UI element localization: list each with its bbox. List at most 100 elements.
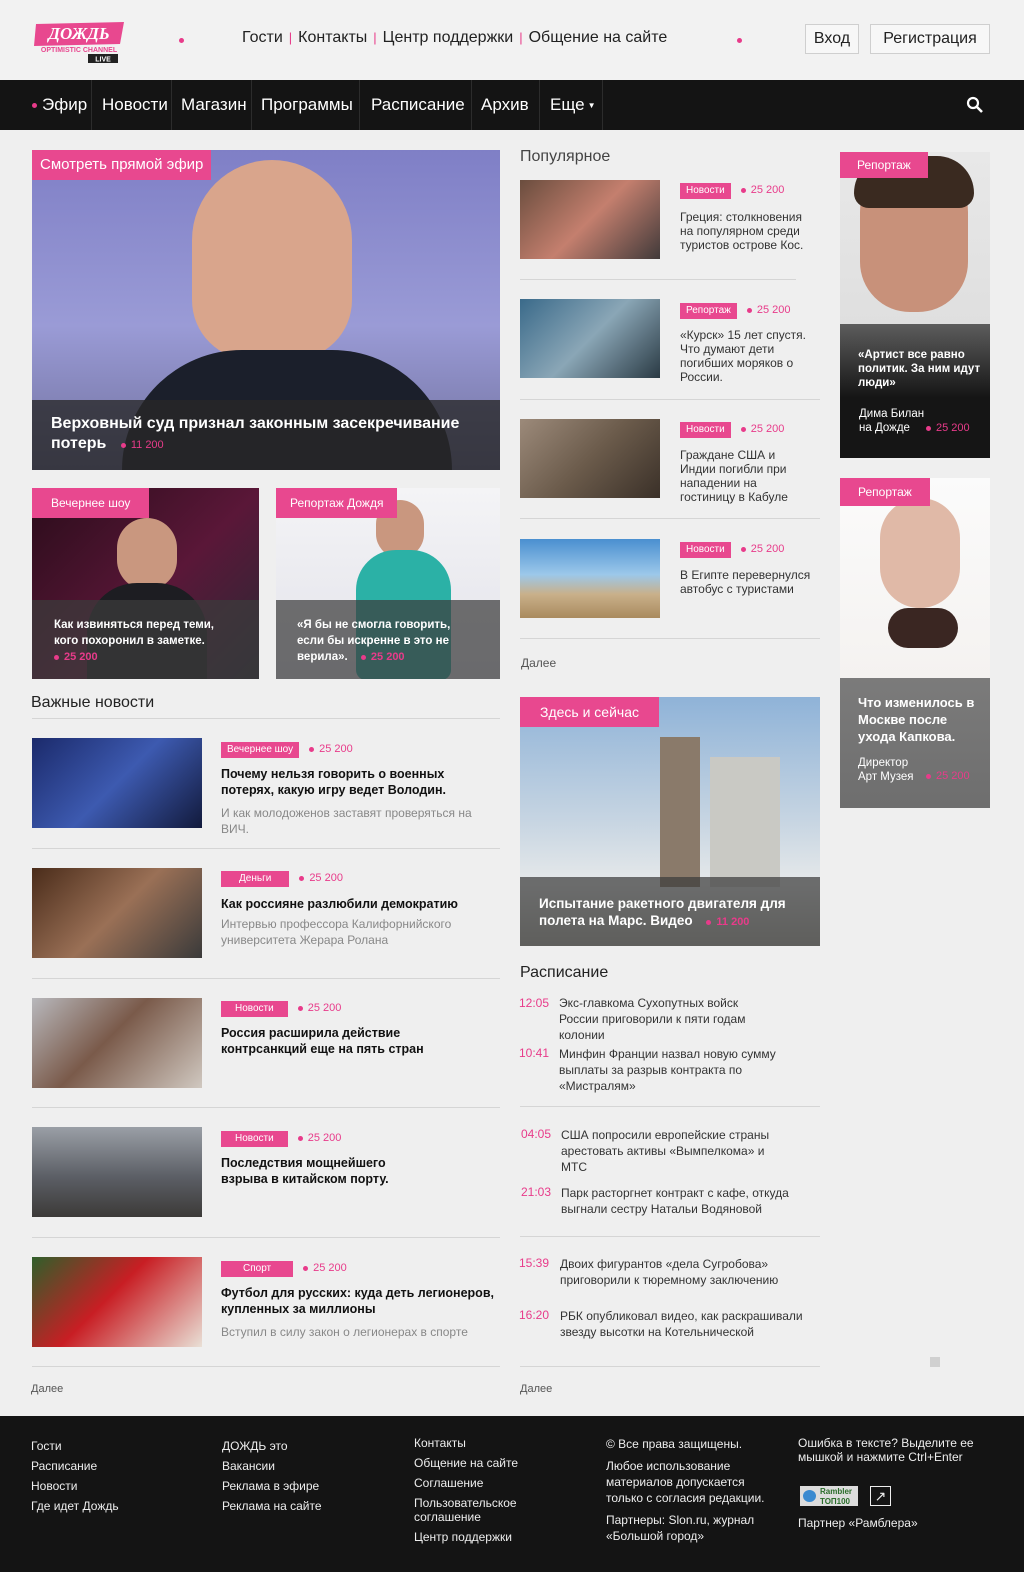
- popular-badge[interactable]: Репортаж: [680, 303, 737, 319]
- popular-thumb[interactable]: [520, 539, 660, 618]
- footer-link[interactable]: Реклама в эфире: [222, 1476, 322, 1496]
- news-thumb[interactable]: [32, 998, 202, 1088]
- news-title[interactable]: Футбол для русских: куда деть легионеров…: [221, 1285, 496, 1317]
- schedule-text[interactable]: Парк расторгнет контракт с кафе, откуда …: [561, 1185, 801, 1217]
- schedule-text[interactable]: США попросили европейские страны арестов…: [561, 1127, 791, 1175]
- schedule-text[interactable]: Двоих фигурантов «дела Сугробова» пригов…: [560, 1256, 800, 1288]
- rambler-badge[interactable]: Rambler ТОП100: [800, 1486, 858, 1506]
- news-thumb[interactable]: [32, 868, 202, 958]
- nav-more[interactable]: Еще ▼: [540, 80, 603, 130]
- schedule-text[interactable]: Экс-главкома Сухопутных войск России при…: [559, 995, 759, 1043]
- footer-link[interactable]: Пользовательское соглашение: [414, 1496, 544, 1524]
- popular-heading: Популярное: [520, 148, 611, 165]
- nav-shop[interactable]: Магазин: [172, 80, 252, 130]
- footer-link[interactable]: Вакансии: [222, 1456, 322, 1476]
- topnav-guests[interactable]: Гости: [242, 29, 283, 46]
- card-tag[interactable]: Репортаж Дождя: [276, 488, 398, 518]
- footer-link[interactable]: Общение на сайте: [414, 1456, 544, 1470]
- small-card[interactable]: Репортаж Дождя «Я бы не смогла говорить,…: [276, 488, 500, 679]
- footer-typo: Ошибка в тексте? Выделите ее мышкой и на…: [798, 1436, 998, 1530]
- news-title[interactable]: Россия расширила действие контрсанкций е…: [221, 1025, 461, 1057]
- nav-programs[interactable]: Программы: [252, 80, 360, 130]
- partners[interactable]: Партнеры: Slon.ru, журнал «Большой город…: [606, 1512, 776, 1544]
- herenow-card[interactable]: Здесь и сейчас Испытание ракетного двига…: [520, 697, 820, 946]
- views-count: 25 200: [319, 743, 353, 755]
- news-meta: Спорт 25 200: [221, 1258, 347, 1277]
- news-thumb[interactable]: [32, 738, 202, 828]
- herenow-tag[interactable]: Здесь и сейчас: [520, 697, 659, 727]
- side-card[interactable]: Репортаж «Артист все равно политик. За н…: [840, 152, 990, 458]
- views-count: 25 200: [756, 304, 791, 316]
- small-card[interactable]: Вечернее шоу Как извиняться перед теми, …: [32, 488, 259, 679]
- popular-more-link[interactable]: Далее: [521, 656, 556, 670]
- views-dot: [740, 546, 746, 552]
- schedule-time: 10:41: [519, 1046, 550, 1060]
- hero-tag[interactable]: Смотреть прямой эфир: [32, 150, 212, 180]
- search-icon[interactable]: [966, 96, 984, 114]
- footer-link[interactable]: Центр поддержки: [414, 1530, 544, 1544]
- footer-link[interactable]: Соглашение: [414, 1476, 544, 1490]
- side-card[interactable]: Репортаж Что изменилось в Москве после у…: [840, 478, 990, 808]
- side-card-title[interactable]: «Артист все равно политик. За ним идут л…: [858, 348, 982, 390]
- schedule-text[interactable]: Минфин Франции назвал новую сумму выплат…: [559, 1046, 789, 1094]
- popular-thumb[interactable]: [520, 419, 660, 498]
- nav-schedule[interactable]: Расписание: [360, 80, 472, 130]
- important-more-link[interactable]: Далее: [31, 1383, 63, 1395]
- popular-title[interactable]: «Курск» 15 лет спустя. Что думают дети п…: [680, 328, 810, 384]
- login-button[interactable]: Вход: [805, 24, 859, 54]
- hero-title[interactable]: Верховный суд признал законным засекречи…: [51, 415, 459, 452]
- footer-link[interactable]: Расписание: [31, 1456, 119, 1476]
- news-badge[interactable]: Спорт: [221, 1261, 294, 1277]
- topnav-contacts[interactable]: Контакты: [298, 29, 367, 46]
- hero-card[interactable]: Смотреть прямой эфир Верховный суд призн…: [32, 150, 500, 470]
- footer-link[interactable]: Контакты: [414, 1436, 544, 1450]
- register-button[interactable]: Регистрация: [870, 24, 990, 54]
- news-thumb[interactable]: [32, 1127, 202, 1217]
- news-badge[interactable]: Деньги: [221, 871, 290, 887]
- popular-title[interactable]: Греция: столкновения на популярном среди…: [680, 210, 810, 252]
- svg-text:OPTIMISTIC CHANNEL: OPTIMISTIC CHANNEL: [41, 47, 118, 54]
- side-card-tag[interactable]: Репортаж: [840, 478, 930, 506]
- popular-title[interactable]: Граждане США и Индии погибли при нападен…: [680, 448, 810, 504]
- popular-badge[interactable]: Новости: [680, 542, 731, 558]
- popular-thumb[interactable]: [520, 180, 660, 259]
- schedule-text[interactable]: РБК опубликовал видео, как раскрашивали …: [560, 1308, 820, 1340]
- side-card-title[interactable]: Что изменилось в Москве после ухода Капк…: [858, 694, 984, 745]
- logo[interactable]: ДОЖДЬ OPTIMISTIC CHANNEL LIVE: [32, 20, 127, 64]
- news-title[interactable]: Как россияне разлюбили демократию: [221, 896, 496, 912]
- nav-live[interactable]: Эфир: [30, 80, 92, 130]
- card-tag[interactable]: Вечернее шоу: [32, 488, 150, 518]
- main-nav: Эфир Новости Магазин Программы Расписани…: [0, 80, 1024, 130]
- popular-title[interactable]: В Египте перевернулся автобус с туристам…: [680, 568, 820, 596]
- footer-link[interactable]: Гости: [31, 1436, 119, 1456]
- nav-news[interactable]: Новости: [92, 80, 172, 130]
- footer-col: Гости Расписание Новости Где идет Дождь: [31, 1436, 119, 1516]
- news-badge[interactable]: Вечернее шоу: [221, 742, 300, 758]
- card-title[interactable]: Как извиняться перед теми, кого похорони…: [54, 619, 214, 647]
- news-badge[interactable]: Новости: [221, 1131, 288, 1147]
- news-title[interactable]: Почему нельзя говорить о военных потерях…: [221, 766, 496, 798]
- popular-badge[interactable]: Новости: [680, 422, 731, 438]
- popular-thumb[interactable]: [520, 299, 660, 378]
- popular-meta: Репортаж 25 200: [680, 300, 791, 319]
- rambler-partner[interactable]: Партнер «Рамблера»: [798, 1516, 998, 1530]
- news-title[interactable]: Последствия мощнейшего взрыва в китайско…: [221, 1155, 431, 1187]
- news-badge[interactable]: Новости: [221, 1001, 288, 1017]
- news-thumb[interactable]: [32, 1257, 202, 1347]
- views-count: 25 200: [64, 651, 98, 663]
- footer-link[interactable]: ДОЖДЬ это: [222, 1436, 322, 1456]
- schedule-more-link[interactable]: Далее: [520, 1383, 552, 1395]
- footer-link[interactable]: Где идет Дождь: [31, 1496, 119, 1516]
- nav-archive[interactable]: Архив: [472, 80, 540, 130]
- decor-dot: [179, 38, 184, 43]
- topnav-chat[interactable]: Общение на сайте: [529, 29, 668, 46]
- footer-link[interactable]: Реклама на сайте: [222, 1496, 322, 1516]
- side-card-tag[interactable]: Репортаж: [840, 152, 928, 178]
- footer-link[interactable]: Новости: [31, 1476, 119, 1496]
- external-link-icon[interactable]: ↗: [870, 1486, 891, 1506]
- news-views: 25 200: [297, 1132, 341, 1144]
- popular-badge[interactable]: Новости: [680, 183, 731, 199]
- hero-photo-face: [192, 160, 352, 360]
- topnav-support[interactable]: Центр поддержки: [383, 29, 514, 46]
- separator: |: [373, 30, 377, 45]
